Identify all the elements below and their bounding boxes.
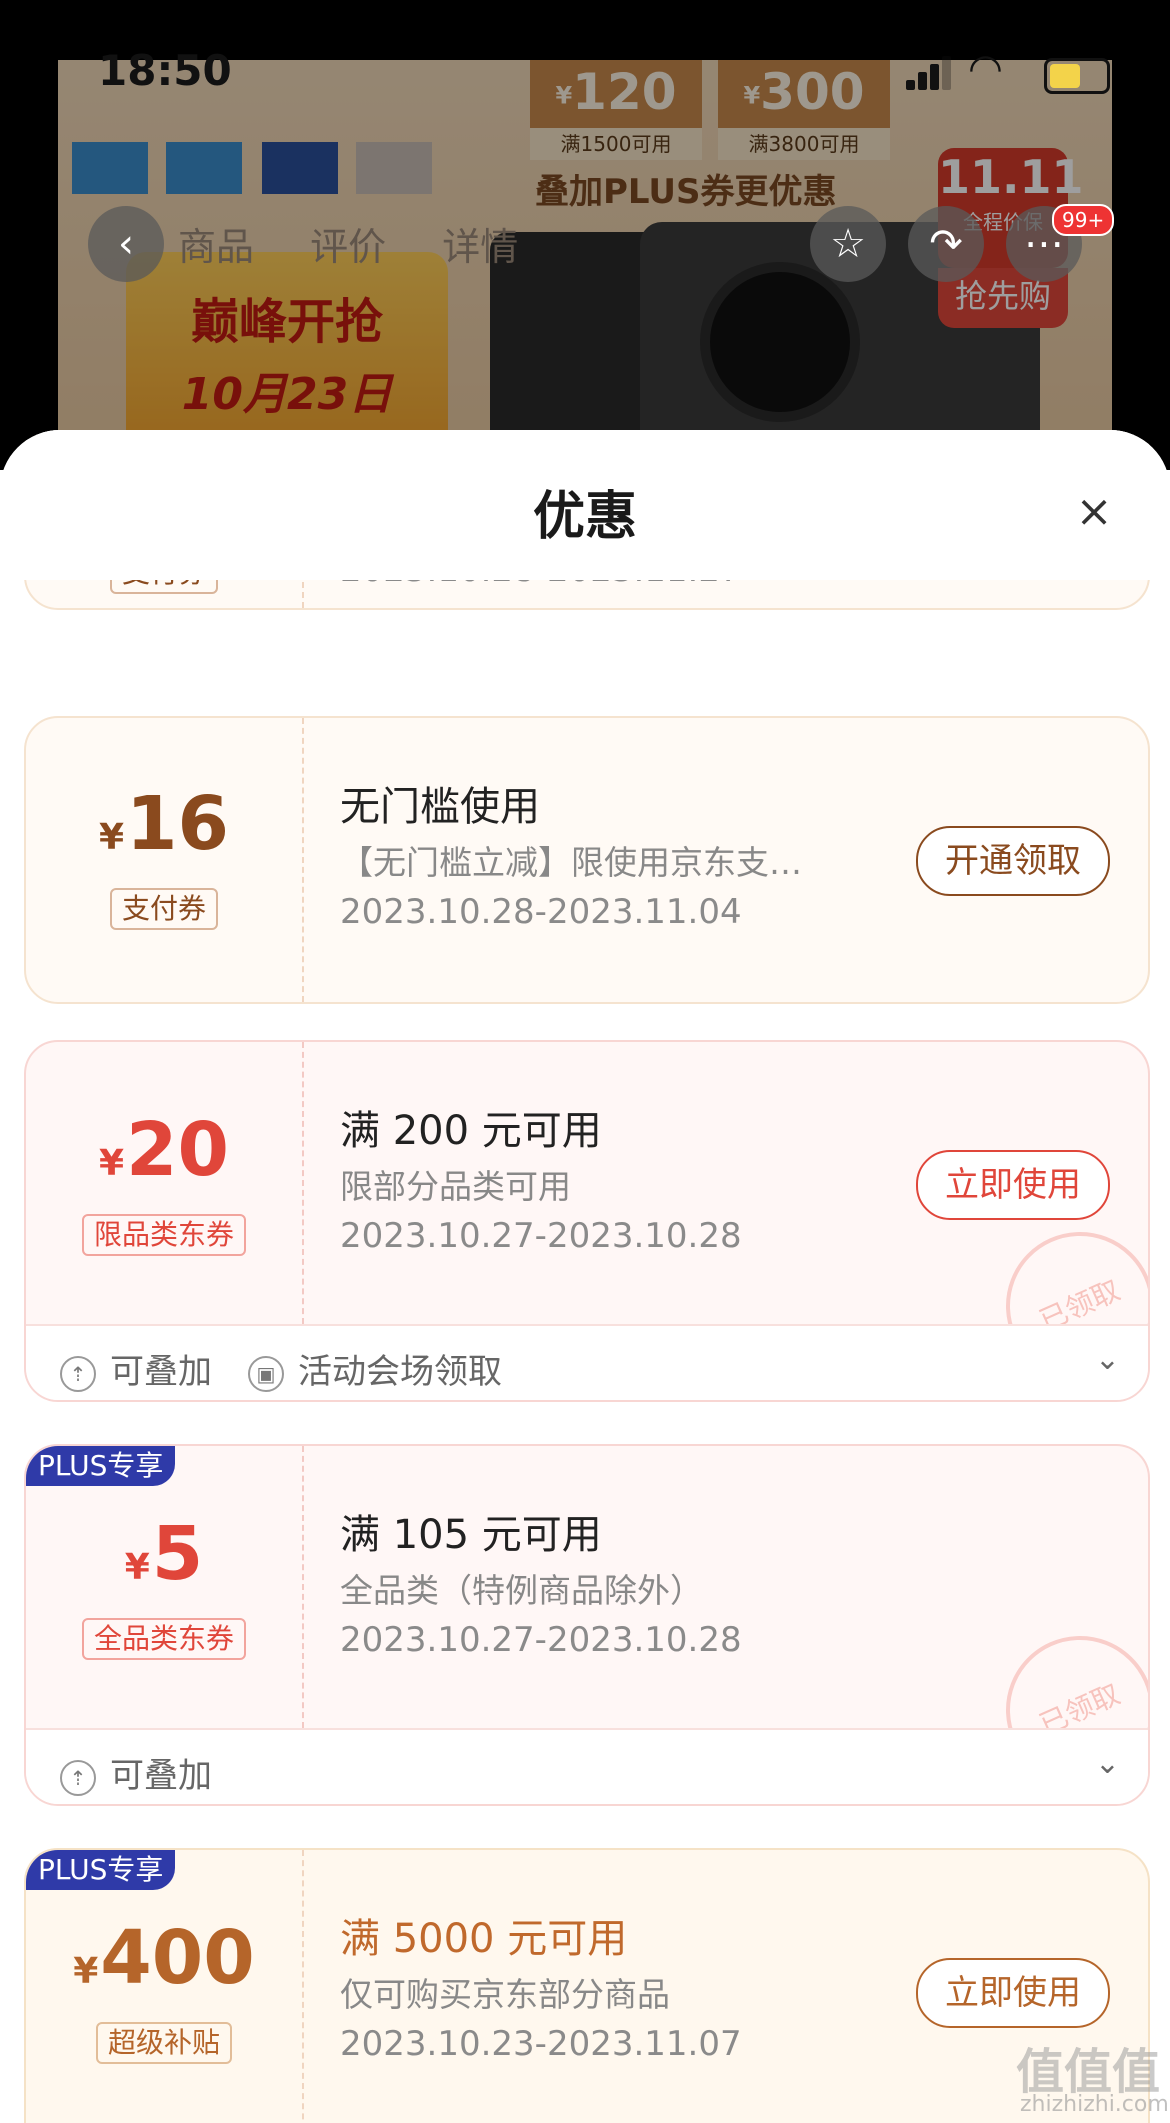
- coupon-title: 满 105 元可用: [340, 1512, 602, 1558]
- coupon-card: ¥16 支付券 无门槛使用 【无门槛立减】限使用京东支… 2023.10.28-…: [24, 716, 1150, 1004]
- coupon-card: PLUS专享 ¥400 超级补贴 满 5000 元可用 仅可购买京东部分商品 2…: [24, 1848, 1150, 2123]
- coupon-desc: 【无门槛立减】限使用京东支…: [340, 843, 802, 882]
- status-bar: 18:50 ◠: [0, 0, 1170, 96]
- close-icon: ×: [1075, 486, 1113, 537]
- use-now-button[interactable]: 立即使用: [916, 1150, 1110, 1220]
- coupon-card: ¥20 限品类东券 满 200 元可用 限部分品类可用 2023.10.27-2…: [24, 1040, 1150, 1402]
- sheet-header: 优惠 ×: [0, 430, 1170, 580]
- coupon-card: PLUS专享 ¥5 全品类东券 满 105 元可用 全品类（特例商品除外） 20…: [24, 1444, 1150, 1806]
- stackable-label: ⇡ 可叠加: [60, 1344, 212, 1393]
- chevron-down-icon[interactable]: ⌄: [1095, 1342, 1120, 1377]
- star-icon: ☆: [830, 221, 866, 267]
- coupon-tag: 限品类东券: [81, 1214, 246, 1256]
- coupon-desc: 仅可购买京东部分商品: [340, 1975, 670, 2014]
- coupon-desc: 全品类（特例商品除外）: [340, 1571, 703, 1610]
- coupon-footer: ⇡ 可叠加 ⌄: [26, 1728, 1148, 1804]
- venue-claim-label: ▣ 活动会场领取: [248, 1344, 502, 1393]
- coupon-tag: 全品类东券: [81, 1618, 246, 1660]
- coupon-date: 2023.10.27-2023.10.28: [340, 1216, 742, 1256]
- coupon-tag: 超级补贴: [95, 2022, 232, 2064]
- plus-exclusive-badge: PLUS专享: [26, 1850, 176, 1890]
- coupon-title: 无门槛使用: [340, 784, 540, 830]
- product-page-background: ¥120 满1500可用 ¥300 满3800可用 叠加PLUS券更优惠 巅峰开…: [0, 0, 1170, 470]
- coupon-date: 2023.10.23-2023.11.07: [340, 2024, 742, 2064]
- stack-icon: ⇡: [60, 1355, 96, 1392]
- plus-exclusive-badge: PLUS专享: [26, 1446, 176, 1486]
- coupon-amount: ¥400: [73, 1915, 255, 2001]
- favorite-button[interactable]: ☆: [810, 206, 886, 282]
- back-button[interactable]: ‹: [88, 206, 164, 282]
- coupon-tag: 支付券: [109, 888, 218, 930]
- coupon-date: 2023.10.27-2023.10.28: [340, 1620, 742, 1660]
- chevron-down-icon[interactable]: ⌄: [1095, 1746, 1120, 1781]
- coupon-amount: ¥20: [98, 1107, 230, 1193]
- stack-icon: ⇡: [60, 1759, 96, 1796]
- status-time: 18:50: [98, 46, 232, 95]
- notification-badge: 99+: [1052, 204, 1115, 236]
- share-button[interactable]: ↷: [908, 206, 984, 282]
- wifi-icon: ◠: [968, 46, 1003, 92]
- chevron-left-icon: ‹: [118, 221, 134, 267]
- use-now-button[interactable]: 立即使用: [916, 1958, 1110, 2028]
- ticket-icon: ▣: [248, 1355, 284, 1392]
- coupon-desc: 限部分品类可用: [340, 1167, 571, 1206]
- coupon-footer: ⇡ 可叠加 ▣ 活动会场领取 ⌄: [26, 1324, 1148, 1400]
- watermark-url: zhizhizhi.com: [1020, 2092, 1169, 2117]
- coupon-amount: ¥16: [98, 781, 230, 867]
- coupon-sheet: 优惠 × 支付券 2023.10.28-2023.11.27 ¥16 支付券 无…: [0, 430, 1170, 2123]
- coupon-title: 满 5000 元可用: [340, 1916, 628, 1962]
- close-button[interactable]: ×: [1068, 486, 1120, 538]
- coupon-date: 2023.10.28-2023.11.04: [340, 892, 742, 932]
- coupon-amount: ¥5: [124, 1511, 204, 1597]
- stackable-label: ⇡ 可叠加: [60, 1748, 212, 1797]
- signal-icon: [906, 56, 951, 90]
- activate-claim-button[interactable]: 开通领取: [916, 826, 1110, 896]
- share-icon: ↷: [929, 221, 963, 267]
- battery-icon: [1044, 58, 1110, 94]
- coupon-title: 满 200 元可用: [340, 1108, 602, 1154]
- sheet-title: 优惠: [532, 487, 637, 547]
